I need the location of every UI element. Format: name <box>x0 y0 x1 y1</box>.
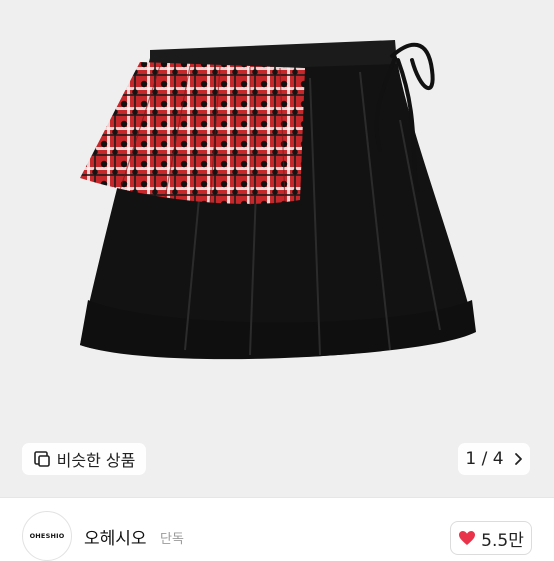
pager-count: 1 / 4 <box>465 449 504 469</box>
shop-name[interactable]: 오헤시오 <box>84 524 147 549</box>
like-count: 5.5만 <box>481 530 524 551</box>
similar-items-label: 비슷한 상품 <box>56 451 136 470</box>
shop-bar: OHESHIO 오헤시오 단독 5.5만 <box>0 497 554 561</box>
similar-items-icon <box>33 451 50 467</box>
like-button[interactable]: 5.5만 <box>450 521 532 555</box>
product-image <box>80 40 476 360</box>
chevron-right-icon <box>514 453 522 465</box>
product-image-gallery[interactable]: 비슷한 상품 1 / 4 <box>0 0 554 497</box>
similar-items-button[interactable]: 비슷한 상품 <box>22 443 146 475</box>
shop-logo-text: OHESHIO <box>29 532 65 540</box>
heart-icon <box>459 531 476 545</box>
exclusive-badge: 단독 <box>160 532 184 547</box>
image-pager[interactable]: 1 / 4 <box>458 443 530 475</box>
